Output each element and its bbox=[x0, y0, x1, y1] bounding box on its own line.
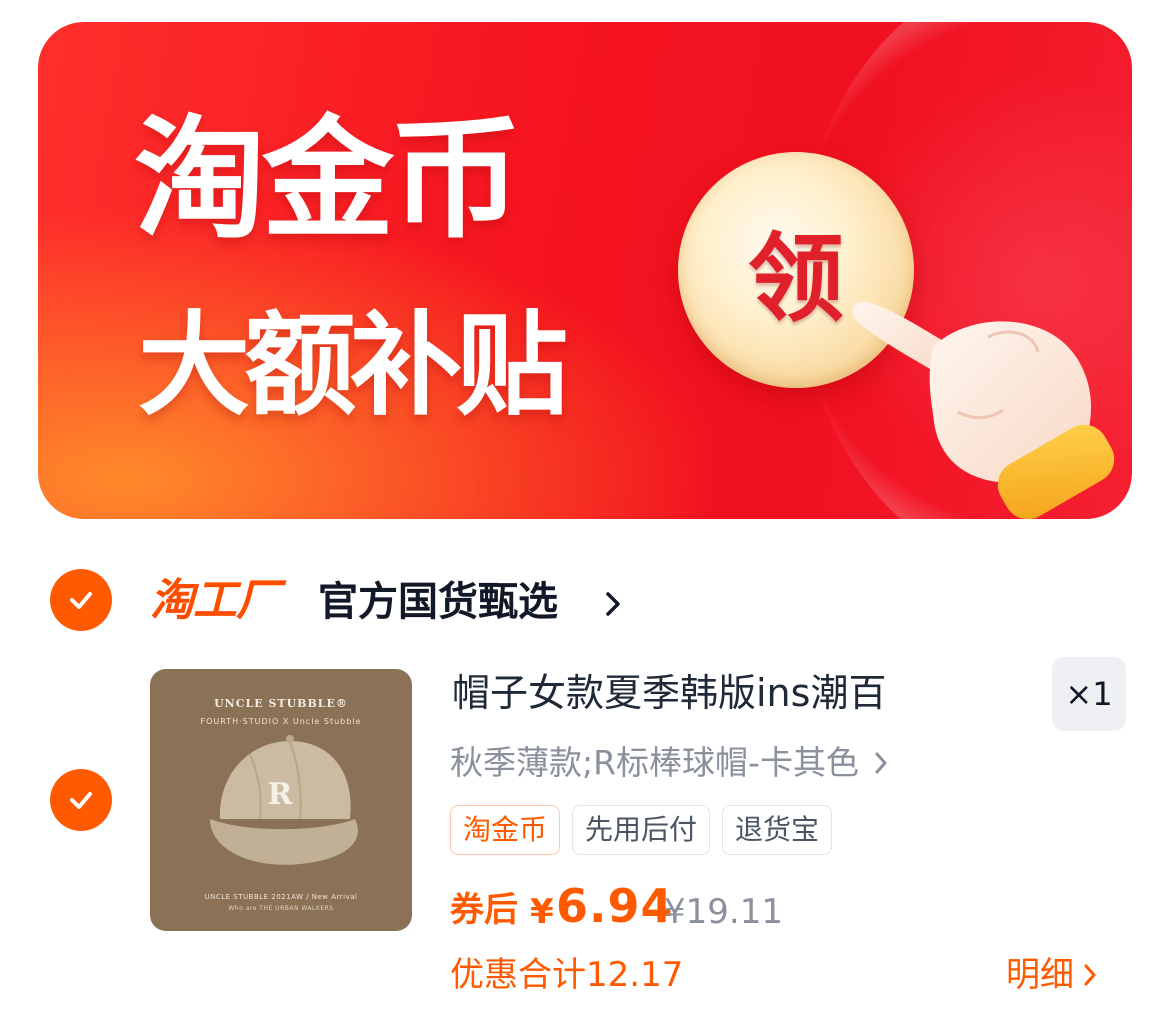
price-currency: ¥ bbox=[530, 892, 554, 932]
sku-selector[interactable]: 秋季薄款;R标棒球帽-卡其色 bbox=[450, 740, 889, 786]
item-select-checkbox[interactable] bbox=[50, 769, 112, 831]
tag-taojinbi: 淘金币 bbox=[450, 805, 561, 855]
checkmark-icon bbox=[70, 592, 92, 609]
service-tags: 淘金币 先用后付 退货宝 bbox=[450, 805, 844, 855]
product-thumbnail[interactable]: UNCLE STUBBLE® FOURTH·STUDIO X Uncle Stu… bbox=[150, 669, 412, 931]
final-price: 6.94 bbox=[556, 879, 674, 933]
product-title[interactable]: 帽子女款夏季韩版ins潮百 bbox=[452, 668, 886, 718]
shop-select-checkbox[interactable] bbox=[50, 569, 112, 631]
svg-text:R: R bbox=[268, 777, 294, 812]
baseball-cap-image: R bbox=[210, 735, 358, 865]
thumbnail-footer-text: UNCLE STUBBLE 2021AW / New Arrival bbox=[204, 893, 358, 901]
checkmark-icon bbox=[70, 792, 92, 809]
shop-name-link[interactable]: 官方国货甄选 bbox=[318, 578, 558, 626]
claim-label: 领 bbox=[748, 221, 844, 335]
chevron-right-icon bbox=[1084, 964, 1096, 986]
pointing-hand-icon bbox=[852, 301, 1115, 519]
discount-details-link[interactable]: 明细 bbox=[1006, 950, 1098, 1000]
chevron-right-icon[interactable] bbox=[603, 589, 623, 619]
thumbnail-footer-subtext: Who are THE URBAN WALKERS bbox=[228, 905, 334, 912]
details-label: 明细 bbox=[1006, 955, 1074, 995]
banner-title: 淘金币 bbox=[134, 103, 522, 257]
quantity-badge[interactable]: ×1 bbox=[1052, 657, 1126, 731]
tag-return-insurance: 退货宝 bbox=[722, 805, 833, 855]
discount-total: 优惠合计12.17 bbox=[450, 955, 684, 995]
after-coupon-label: 券后 bbox=[450, 890, 518, 930]
banner-subtitle: 大额补贴 bbox=[138, 301, 568, 431]
taojinbi-subsidy-banner[interactable]: 淘金币 大额补贴 领 bbox=[38, 22, 1132, 519]
shop-brand-logo[interactable]: 淘工厂 bbox=[150, 576, 280, 626]
sku-label: 秋季薄款;R标棒球帽-卡其色 bbox=[450, 743, 859, 782]
tag-pay-later: 先用后付 bbox=[572, 805, 711, 855]
chevron-right-icon bbox=[875, 752, 887, 774]
original-price: ¥19.11 bbox=[664, 892, 783, 932]
